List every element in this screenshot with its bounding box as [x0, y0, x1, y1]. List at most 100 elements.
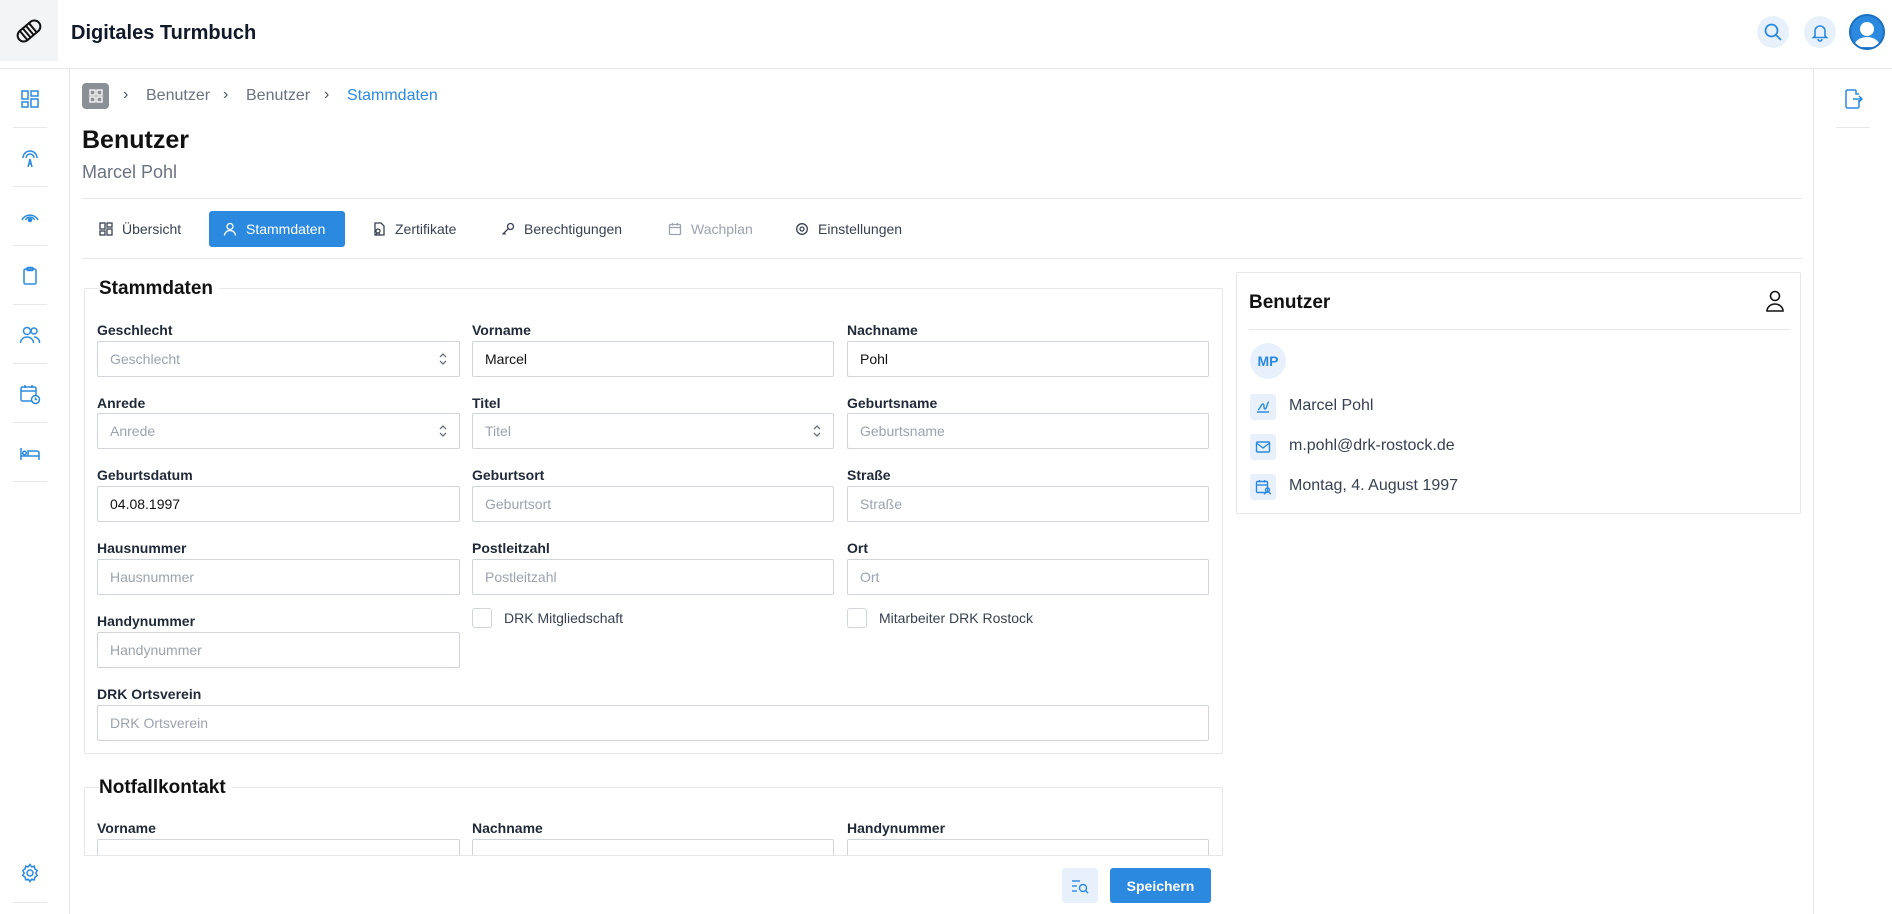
- titel-select[interactable]: Titel: [472, 413, 834, 449]
- drk-mitgliedschaft-checkbox[interactable]: [472, 608, 492, 628]
- tab-label: Zertifikate: [395, 221, 457, 237]
- bell-icon: [1811, 25, 1829, 42]
- ortsverein-field[interactable]: DRK Ortsverein: [97, 705, 1209, 741]
- tab-wachplan[interactable]: Wachplan: [654, 211, 767, 247]
- user-card-title: Benutzer: [1249, 292, 1331, 313]
- notfall-nachname-label: Nachname: [472, 820, 543, 836]
- divider: [82, 198, 1802, 199]
- user-birthday: Montag, 4. August 1997: [1289, 477, 1459, 494]
- clipboard-icon: [23, 266, 37, 285]
- sidebar-item-dashboard[interactable]: [13, 82, 47, 116]
- anrede-label: Anrede: [97, 395, 146, 411]
- ortsverein-label: DRK Ortsverein: [97, 686, 202, 702]
- dashboard-icon: [21, 90, 39, 108]
- breadcrumb-current: Stammdaten: [347, 87, 438, 104]
- file-export-icon: [1845, 89, 1863, 109]
- sidebar-item-tower[interactable]: [13, 141, 47, 175]
- preview-button[interactable]: [1062, 868, 1098, 903]
- notifications-button[interactable]: [1804, 16, 1836, 48]
- geburtsdatum-field[interactable]: 04.08.1997: [97, 486, 460, 522]
- sidebar-item-schedule[interactable]: [13, 377, 47, 411]
- search-button[interactable]: [1757, 16, 1789, 48]
- app-logo-icon: [16, 19, 42, 42]
- user-icon: [223, 222, 237, 236]
- sidebar-divider: [13, 245, 47, 246]
- top-bar: Digitales Turmbuch: [0, 0, 1892, 69]
- anrede-select[interactable]: Anrede: [97, 413, 460, 449]
- tab-einstellungen[interactable]: Einstellungen: [781, 211, 916, 247]
- signature-icon-box: [1250, 394, 1276, 420]
- ort-field[interactable]: Ort: [847, 559, 1209, 595]
- chevron-updown-icon: [439, 353, 447, 365]
- calendar-clock-icon: [20, 385, 41, 405]
- mitarbeiter-checkbox[interactable]: [847, 608, 867, 628]
- sidebar-divider: [13, 422, 47, 423]
- signal-icon: [21, 214, 39, 223]
- sidebar-item-radio[interactable]: [13, 200, 47, 234]
- tab-zertifikate[interactable]: Zertifikate: [358, 211, 470, 247]
- user-email[interactable]: m.pohl@drk-rostock.de: [1289, 437, 1455, 455]
- grid-icon: [99, 222, 113, 236]
- tab-stammdaten[interactable]: Stammdaten: [209, 211, 345, 247]
- mitarbeiter-label: Mitarbeiter DRK Rostock: [879, 610, 1034, 626]
- sidebar-divider: [13, 304, 47, 305]
- sidebar-item-beds[interactable]: [13, 436, 47, 470]
- handynummer-field[interactable]: Handynummer: [97, 632, 460, 668]
- gear-icon: [21, 863, 39, 883]
- tab-uebersicht[interactable]: Übersicht: [85, 211, 195, 247]
- chevron-updown-icon: [813, 425, 821, 437]
- sidebar-item-settings[interactable]: [13, 856, 47, 890]
- geburtsname-label: Geburtsname: [847, 395, 938, 411]
- sidebar-item-users[interactable]: [13, 318, 47, 352]
- handynummer-label: Handynummer: [97, 613, 196, 629]
- app-logo[interactable]: [0, 0, 58, 61]
- sidebar-divider: [13, 481, 47, 482]
- hausnummer-field[interactable]: Hausnummer: [97, 559, 460, 595]
- signature-icon: [1257, 401, 1270, 413]
- titel-placeholder: Titel: [485, 423, 511, 439]
- tab-label: Berechtigungen: [524, 221, 623, 237]
- anrede-placeholder: Anrede: [110, 423, 156, 439]
- vorname-field[interactable]: Marcel: [472, 341, 834, 377]
- bed-icon: [20, 448, 40, 460]
- list-search-icon: [1072, 879, 1089, 893]
- calendar-icon: [668, 223, 682, 236]
- geburtsort-field[interactable]: Geburtsort: [472, 486, 834, 522]
- geburtsname-field[interactable]: Geburtsname: [847, 413, 1209, 449]
- key-icon: [502, 222, 515, 235]
- page-title: Benutzer: [82, 126, 189, 154]
- user-avatar[interactable]: [1849, 14, 1885, 50]
- user-initials-avatar: MP: [1250, 343, 1286, 379]
- calendar-user-icon: [1255, 480, 1271, 495]
- sidebar-divider: [13, 186, 47, 187]
- breadcrumb-item[interactable]: Benutzer: [246, 87, 310, 105]
- notfall-handynummer-label: Handynummer: [847, 820, 946, 836]
- sidebar-divider: [13, 363, 47, 364]
- sidebar-divider: [13, 902, 47, 903]
- sidebar-item-clipboard[interactable]: [13, 259, 47, 293]
- divider: [82, 258, 1802, 259]
- chevron-right-icon: ›: [123, 86, 129, 103]
- postleitzahl-field[interactable]: Postleitzahl: [472, 559, 834, 595]
- save-button[interactable]: Speichern: [1110, 868, 1211, 903]
- nachname-field[interactable]: Pohl: [847, 341, 1209, 377]
- right-rail: [1813, 69, 1892, 914]
- tab-berechtigungen[interactable]: Berechtigungen: [487, 211, 636, 247]
- geschlecht-select[interactable]: Geschlecht: [97, 341, 460, 377]
- tab-label: Stammdaten: [246, 221, 326, 237]
- breadcrumb-item[interactable]: Benutzer: [146, 87, 210, 105]
- geschlecht-placeholder: Geschlecht: [110, 351, 181, 367]
- tab-label: Einstellungen: [818, 221, 903, 237]
- action-bar: [84, 855, 1223, 914]
- broadcast-tower-icon: [22, 150, 38, 168]
- nachname-label: Nachname: [847, 322, 918, 338]
- export-button[interactable]: [1836, 82, 1870, 116]
- tab-label: Übersicht: [122, 221, 182, 237]
- notfallkontakt-title: Notfallkontakt: [99, 777, 232, 799]
- postleitzahl-label: Postleitzahl: [472, 540, 550, 556]
- divider: [1249, 329, 1790, 330]
- avatar-icon: [1849, 14, 1885, 50]
- strasse-field[interactable]: Straße: [847, 486, 1209, 522]
- breadcrumb-home[interactable]: [82, 83, 109, 109]
- chevron-updown-icon: [439, 425, 447, 437]
